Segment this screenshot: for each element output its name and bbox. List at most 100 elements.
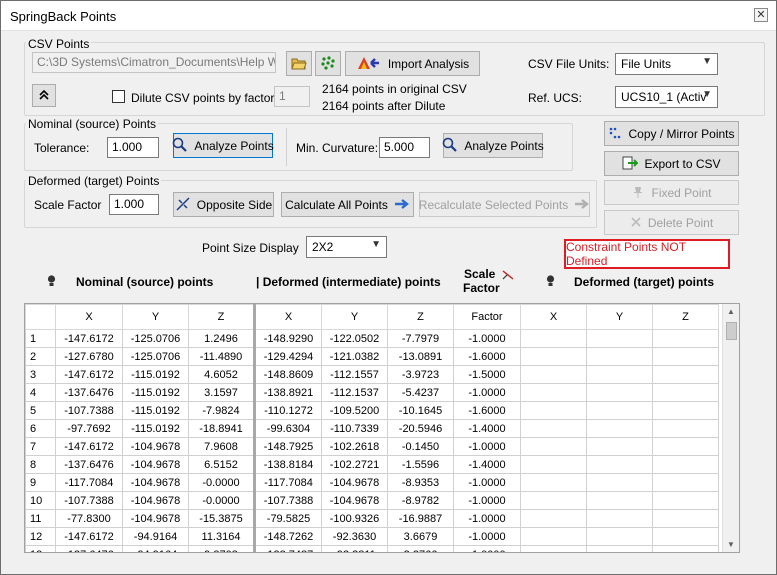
table-cell[interactable]: 3.6679 bbox=[387, 527, 454, 546]
column-header[interactable]: Y bbox=[122, 304, 189, 330]
table-cell[interactable]: 4.6052 bbox=[188, 365, 255, 384]
table-cell[interactable]: -1.6000 bbox=[453, 401, 521, 420]
table-cell[interactable]: 2.2766 bbox=[387, 545, 454, 552]
table-cell[interactable] bbox=[652, 491, 719, 510]
table-cell[interactable]: -110.1272 bbox=[253, 401, 322, 420]
table-cell[interactable] bbox=[520, 329, 587, 348]
fixed-point-button[interactable]: Fixed Point bbox=[604, 180, 739, 205]
opposite-side-button[interactable]: Opposite Side bbox=[173, 192, 274, 217]
table-cell[interactable] bbox=[652, 527, 719, 546]
table-cell[interactable]: -0.0000 bbox=[188, 473, 255, 492]
table-cell[interactable]: -121.0382 bbox=[321, 347, 388, 366]
table-cell[interactable]: -1.5000 bbox=[453, 365, 521, 384]
table-cell[interactable] bbox=[652, 383, 719, 402]
table-cell[interactable]: -148.7262 bbox=[253, 527, 322, 546]
column-header[interactable]: Y bbox=[321, 304, 388, 330]
table-cell[interactable] bbox=[652, 509, 719, 528]
table-cell[interactable]: -5.4237 bbox=[387, 383, 454, 402]
column-header[interactable]: X bbox=[55, 304, 123, 330]
table-row[interactable]: 6 -97.7692 -115.0192 -18.8941 -99.6304 -110.7… bbox=[25, 419, 719, 438]
table-cell[interactable]: -0.1450 bbox=[387, 437, 454, 456]
table-cell[interactable]: -148.7925 bbox=[253, 437, 322, 456]
table-cell[interactable] bbox=[586, 365, 653, 384]
table-cell[interactable]: 7.9608 bbox=[188, 437, 255, 456]
table-cell[interactable]: -115.0192 bbox=[122, 383, 189, 402]
table-cell[interactable] bbox=[586, 491, 653, 510]
table-cell[interactable]: -138.7487 bbox=[253, 545, 322, 552]
table-cell[interactable] bbox=[652, 437, 719, 456]
table-row[interactable]: 10 -107.7388 -104.9678 -0.0000 -107.7388 -104… bbox=[25, 491, 719, 510]
table-cell[interactable] bbox=[586, 527, 653, 546]
table-cell[interactable] bbox=[652, 455, 719, 474]
table-cell[interactable]: -1.5596 bbox=[387, 455, 454, 474]
table-cell[interactable] bbox=[652, 401, 719, 420]
table-cell[interactable] bbox=[652, 419, 719, 438]
table-cell[interactable]: -1.4000 bbox=[453, 455, 521, 474]
scale-factor-field[interactable]: 1.000 bbox=[109, 194, 159, 215]
table-cell[interactable] bbox=[586, 401, 653, 420]
column-header[interactable]: Z bbox=[387, 304, 454, 330]
open-folder-button[interactable] bbox=[286, 51, 312, 76]
table-cell[interactable]: -0.0000 bbox=[188, 491, 255, 510]
row-index-cell[interactable]: 10 bbox=[25, 491, 56, 510]
row-index-cell[interactable]: 7 bbox=[25, 437, 56, 456]
table-cell[interactable]: -104.9678 bbox=[321, 473, 388, 492]
table-cell[interactable]: -1.0000 bbox=[453, 383, 521, 402]
table-cell[interactable]: -8.9782 bbox=[387, 491, 454, 510]
table-cell[interactable]: -115.0192 bbox=[122, 401, 189, 420]
table-cell[interactable]: -138.8184 bbox=[253, 455, 322, 474]
column-header[interactable]: Y bbox=[586, 304, 653, 330]
scroll-thumb[interactable] bbox=[726, 322, 737, 340]
csv-file-units-select[interactable]: File Units ▼ bbox=[615, 53, 718, 75]
table-cell[interactable]: -148.8609 bbox=[253, 365, 322, 384]
table-cell[interactable]: -109.5200 bbox=[321, 401, 388, 420]
table-cell[interactable] bbox=[520, 527, 587, 546]
calculate-all-points-button[interactable]: Calculate All Points bbox=[281, 192, 414, 217]
table-row[interactable]: 2 -127.6780 -125.0706 -11.4890 -129.4294 -121… bbox=[25, 347, 719, 366]
row-index-cell[interactable]: 6 bbox=[25, 419, 56, 438]
table-row[interactable]: 5 -107.7388 -115.0192 -7.9824 -110.1272 -109.… bbox=[25, 401, 719, 420]
table-row[interactable]: 1 -147.6172 -125.0706 1.2496 -148.9290 -122.0… bbox=[25, 329, 719, 348]
table-cell[interactable] bbox=[652, 365, 719, 384]
table-cell[interactable]: -147.6172 bbox=[55, 437, 123, 456]
column-header[interactable]: Z bbox=[188, 304, 255, 330]
collapse-button[interactable] bbox=[32, 84, 56, 107]
recalculate-selected-button[interactable]: Recalculate Selected Points bbox=[419, 192, 590, 217]
table-row[interactable]: 13-137.6476-94.91649.8708-138.7487-92.38… bbox=[25, 545, 719, 552]
table-cell[interactable]: -94.9164 bbox=[122, 527, 189, 546]
table-cell[interactable]: -137.6476 bbox=[55, 383, 123, 402]
table-cell[interactable]: -137.6476 bbox=[55, 545, 123, 552]
table-cell[interactable]: -20.5946 bbox=[387, 419, 454, 438]
points-cloud-button[interactable] bbox=[315, 51, 341, 76]
row-index-cell[interactable]: 2 bbox=[25, 347, 56, 366]
table-cell[interactable]: -104.9678 bbox=[122, 437, 189, 456]
table-cell[interactable]: -104.9678 bbox=[122, 455, 189, 474]
table-cell[interactable] bbox=[586, 419, 653, 438]
table-cell[interactable]: 3.1597 bbox=[188, 383, 255, 402]
table-cell[interactable]: -1.0000 bbox=[453, 437, 521, 456]
table-cell[interactable]: -104.9678 bbox=[122, 473, 189, 492]
close-button[interactable]: ✕ bbox=[754, 8, 768, 22]
table-cell[interactable]: -99.6304 bbox=[253, 419, 322, 438]
table-cell[interactable] bbox=[520, 383, 587, 402]
dilute-checkbox[interactable] bbox=[112, 90, 125, 103]
table-cell[interactable]: -79.5825 bbox=[253, 509, 322, 528]
table-cell[interactable]: -18.8941 bbox=[188, 419, 255, 438]
column-header[interactable]: Factor bbox=[453, 304, 521, 330]
table-cell[interactable] bbox=[520, 437, 587, 456]
table-cell[interactable]: -117.7084 bbox=[253, 473, 322, 492]
table-cell[interactable]: -147.6172 bbox=[55, 329, 123, 348]
row-index-cell[interactable]: 4 bbox=[25, 383, 56, 402]
table-cell[interactable] bbox=[652, 329, 719, 348]
row-index-cell[interactable]: 9 bbox=[25, 473, 56, 492]
analyze-points-button[interactable]: Analyze Points bbox=[173, 133, 274, 158]
table-cell[interactable] bbox=[520, 491, 587, 510]
vertical-scrollbar[interactable]: ▲ ▼ bbox=[722, 304, 739, 552]
table-cell[interactable] bbox=[586, 509, 653, 528]
table-row[interactable]: 4 -137.6476 -115.0192 3.1597 -138.8921 -112.1… bbox=[25, 383, 719, 402]
table-cell[interactable]: -125.0706 bbox=[122, 347, 189, 366]
table-cell[interactable]: -117.7084 bbox=[55, 473, 123, 492]
table-cell[interactable]: -1.0000 bbox=[453, 545, 521, 552]
table-cell[interactable]: -94.9164 bbox=[122, 545, 189, 552]
table-cell[interactable] bbox=[652, 545, 719, 552]
